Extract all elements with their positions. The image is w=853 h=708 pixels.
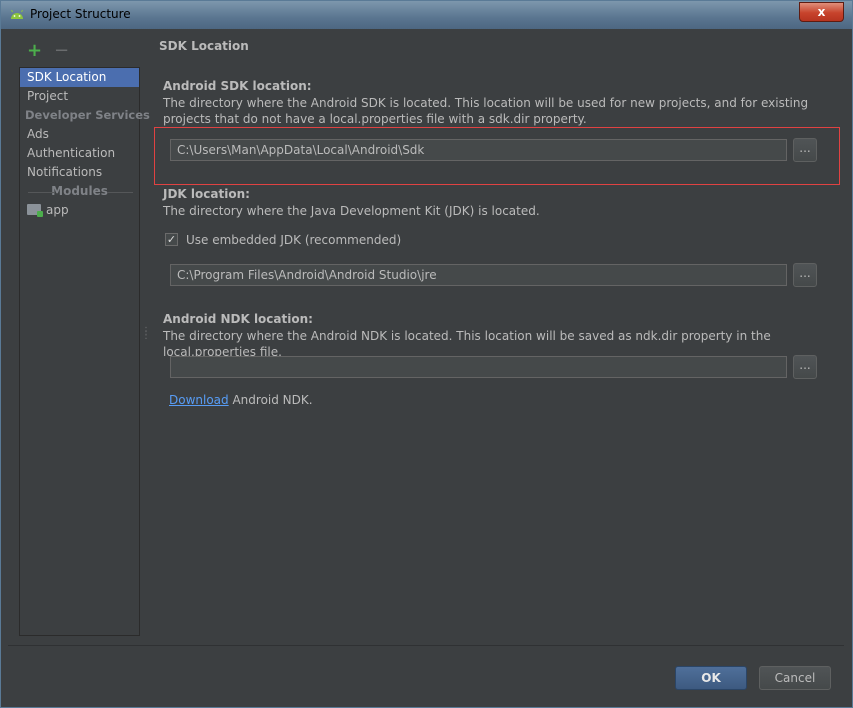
ndk-browse-button[interactable]: ... <box>793 355 817 379</box>
android-sdk-path-field[interactable]: C:\Users\Man\AppData\Local\Android\Sdk <box>170 139 787 161</box>
ndk-download-line: Download Android NDK. <box>169 392 313 408</box>
jdk-path-field[interactable]: C:\Program Files\Android\Android Studio\… <box>170 264 787 286</box>
close-button[interactable]: x <box>799 2 844 22</box>
jdk-browse-button[interactable]: ... <box>793 263 817 287</box>
ndk-download-suffix: Android NDK. <box>228 393 313 407</box>
sidebar-item-app[interactable]: app <box>20 201 139 220</box>
jdk-label: JDK location: <box>163 187 250 201</box>
remove-icon[interactable]: − <box>54 40 69 61</box>
embedded-jdk-checkbox[interactable]: ✓ <box>165 233 178 246</box>
android-sdk-description: The directory where the Android SDK is l… <box>163 96 809 126</box>
sidebar-item-notifications[interactable]: Notifications <box>20 163 139 182</box>
ndk-path-field[interactable] <box>170 356 787 378</box>
sidebar-item-project[interactable]: Project <box>20 87 139 106</box>
sidebar-item-sdk-location[interactable]: SDK Location <box>20 68 139 87</box>
ndk-download-link[interactable]: Download <box>169 393 229 407</box>
ndk-label: Android NDK location: <box>163 312 313 326</box>
sidebar-item-authentication[interactable]: Authentication <box>20 144 139 163</box>
window-title: Project Structure <box>30 7 131 21</box>
section-title: SDK Location <box>159 39 249 53</box>
sidebar-group-modules: Modules <box>20 182 139 201</box>
sidebar-item-ads[interactable]: Ads <box>20 125 139 144</box>
ok-button[interactable]: OK <box>675 666 747 690</box>
footer-divider <box>8 645 844 646</box>
sidebar: SDK Location Project Developer Services … <box>19 67 150 636</box>
sidebar-group-developer-services: Developer Services <box>25 108 150 122</box>
add-icon[interactable]: + <box>27 40 42 61</box>
android-sdk-label: Android SDK location: <box>163 79 312 93</box>
module-folder-icon <box>27 204 43 217</box>
embedded-jdk-label[interactable]: Use embedded JDK (recommended) <box>186 232 401 248</box>
title-bar[interactable]: Project Structure x <box>1 1 852 29</box>
android-icon <box>11 9 23 19</box>
splitter-handle[interactable]: ⋮ ⋮ <box>141 327 151 341</box>
android-sdk-browse-button[interactable]: ... <box>793 138 817 162</box>
project-structure-dialog: Project Structure x + − SDK Location Pro… <box>0 0 853 708</box>
cancel-button[interactable]: Cancel <box>759 666 831 690</box>
sidebar-item-app-label: app <box>46 203 69 217</box>
jdk-description: The directory where the Java Development… <box>163 204 540 218</box>
dialog-content: + − SDK Location Project Developer Servi… <box>8 30 844 700</box>
